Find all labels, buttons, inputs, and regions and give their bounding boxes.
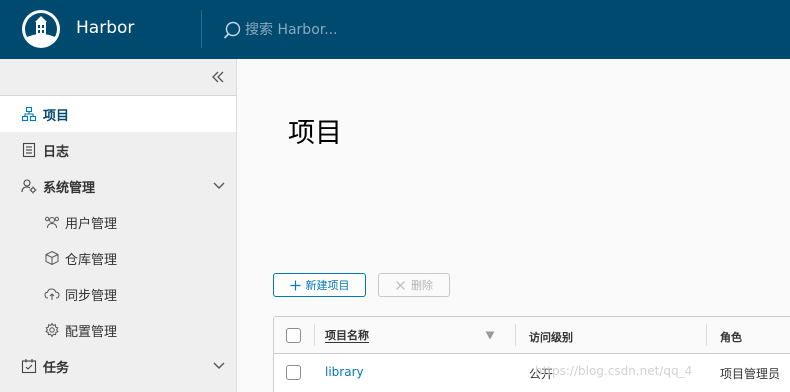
tasks-icon (21, 359, 37, 374)
sidebar-item-configuration[interactable]: 配置管理 (0, 312, 236, 348)
plus-icon (290, 280, 300, 290)
registry-icon (45, 250, 59, 266)
column-header-role[interactable]: 角色 (720, 329, 742, 345)
sidebar-item-administration[interactable]: 系统管理 (0, 168, 236, 204)
sidebar-item-users[interactable]: 用户管理 (0, 204, 236, 240)
header-divider (201, 10, 202, 48)
admin-icon (21, 179, 37, 194)
delete-button[interactable]: 删除 (378, 273, 450, 297)
sidebar-item-label: 同步管理 (65, 288, 118, 304)
projects-table: 项目名称 访问级别 角色 library 公开 项目管理员 (273, 316, 790, 392)
column-header-access-level[interactable]: 访问级别 (529, 329, 573, 345)
column-header-project-name[interactable]: 项目名称 (325, 329, 369, 343)
table-row: library 公开 项目管理员 (274, 354, 790, 392)
close-icon (396, 280, 405, 290)
settings-icon (45, 322, 59, 338)
app-header: Harbor (0, 0, 790, 59)
sidebar-item-replications[interactable]: 同步管理 (0, 276, 236, 312)
sidebar-item-label: 配置管理 (65, 324, 118, 340)
sidebar-item-registries[interactable]: 仓库管理 (0, 240, 236, 276)
log-icon (22, 142, 36, 158)
watermark: https://blog.csdn.net/qq_4 (535, 364, 693, 378)
sidebar-item-label: 任务 (43, 360, 70, 376)
chevron-down-icon[interactable] (212, 180, 226, 192)
project-icon (21, 106, 37, 122)
project-name-link[interactable]: library (325, 365, 364, 379)
row-checkbox[interactable] (286, 365, 301, 380)
sidebar-item-label: 日志 (43, 144, 70, 160)
sidebar-item-label: 系统管理 (43, 180, 96, 196)
filter-icon[interactable] (485, 331, 495, 340)
column-separator (314, 324, 315, 346)
sidebar: 项目 日志 系统管理 用户管理 仓库管理 同步管理 配置管理 任务 (0, 59, 237, 392)
sidebar-item-logs[interactable]: 日志 (0, 132, 236, 168)
search-input[interactable] (244, 22, 394, 38)
harbor-logo-icon[interactable] (21, 9, 61, 49)
column-separator (706, 324, 707, 346)
delete-label: 删除 (411, 279, 433, 292)
select-all-checkbox[interactable] (286, 328, 301, 343)
search-icon (224, 21, 241, 39)
sidebar-item-projects[interactable]: 项目 (0, 96, 236, 132)
replication-icon (44, 288, 60, 300)
sidebar-item-label: 用户管理 (65, 216, 118, 232)
new-project-button[interactable]: 新建项目 (273, 273, 366, 297)
sidebar-collapse-bar (0, 59, 236, 96)
page-title: 项目 (288, 118, 342, 149)
app-title[interactable]: Harbor (76, 18, 134, 38)
column-separator (515, 324, 516, 346)
sidebar-item-label: 项目 (43, 108, 70, 124)
sidebar-item-tasks[interactable]: 任务 (0, 348, 236, 384)
global-search[interactable] (224, 18, 394, 42)
role-cell: 项目管理员 (720, 367, 781, 381)
chevron-down-icon[interactable] (212, 360, 226, 372)
new-project-label: 新建项目 (305, 279, 350, 292)
main-content: 项目 新建项目 删除 项目名称 访问级别 角色 library 公开 项目管理员 (238, 59, 790, 392)
double-chevron-left-icon[interactable] (210, 69, 226, 85)
sidebar-item-label: 仓库管理 (65, 252, 118, 268)
users-icon (45, 216, 60, 229)
table-header: 项目名称 访问级别 角色 (274, 317, 790, 354)
